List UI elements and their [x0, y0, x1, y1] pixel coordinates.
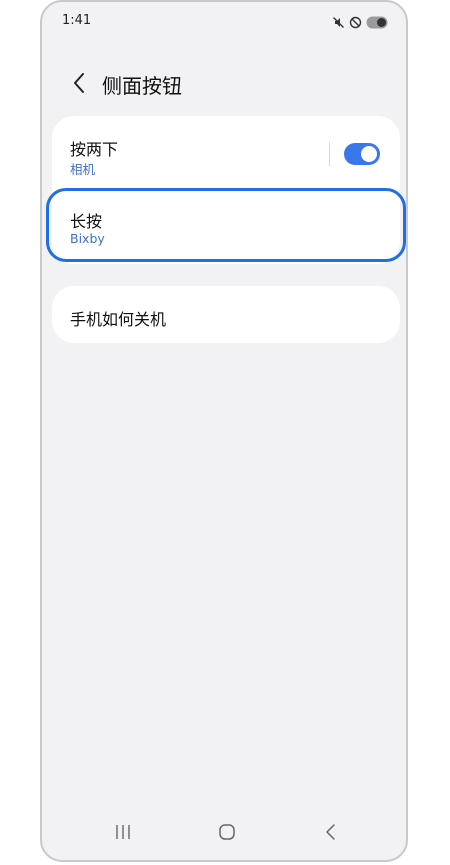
press-and-hold-row[interactable]: 长按 Bixby — [52, 190, 400, 262]
status-icons — [332, 14, 388, 33]
double-press-title: 按两下 — [70, 140, 119, 159]
battery-icon — [366, 14, 388, 33]
navigation-bar — [42, 804, 406, 860]
recents-icon — [116, 825, 130, 839]
back-icon — [326, 824, 335, 840]
home-button[interactable] — [212, 820, 242, 844]
header: 侧面按钮 — [42, 64, 406, 104]
back-button[interactable] — [64, 68, 94, 98]
home-icon — [219, 824, 235, 840]
double-press-subtitle: 相机 — [70, 162, 96, 177]
press-and-hold-title: 长按 — [70, 212, 103, 231]
press-and-hold-subtitle: Bixby — [70, 231, 105, 246]
double-press-toggle[interactable] — [344, 143, 380, 165]
side-button-settings-card: 按两下 相机 长按 Bixby — [52, 116, 400, 264]
double-press-row[interactable]: 按两下 相机 — [52, 116, 400, 188]
nav-back-button[interactable] — [315, 820, 345, 844]
status-bar: 1:41 — [42, 2, 406, 42]
power-off-card[interactable]: 手机如何关机 — [52, 286, 400, 343]
row-divider — [329, 142, 330, 166]
chevron-left-icon — [74, 73, 84, 93]
phone-frame: 1:41 侧面按钮 按两下 相机 长按 Bixby 手机如何关机 — [40, 0, 408, 862]
power-off-title: 手机如何关机 — [70, 310, 167, 329]
status-time: 1:41 — [62, 13, 92, 28]
toggle-knob — [361, 146, 377, 162]
recents-button[interactable] — [108, 820, 138, 844]
mute-icon — [332, 14, 345, 33]
page-title: 侧面按钮 — [102, 74, 182, 98]
do-not-disturb-icon — [349, 14, 362, 33]
